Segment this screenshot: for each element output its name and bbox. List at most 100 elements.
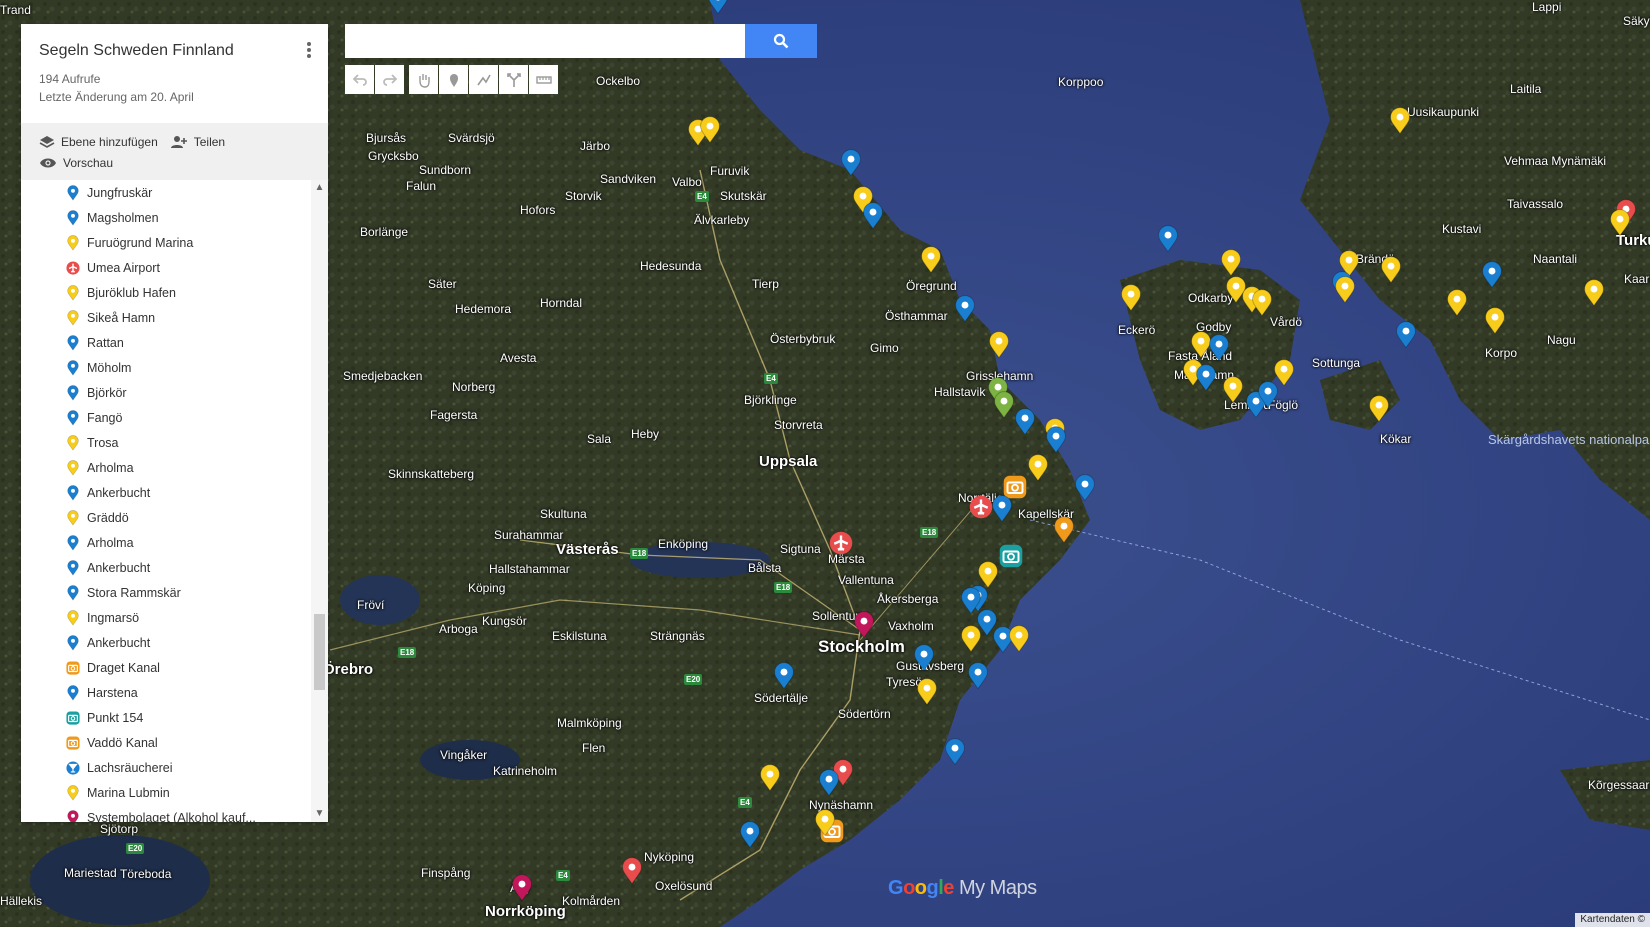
list-item[interactable]: Punkt 154 — [21, 705, 311, 730]
measure-button[interactable] — [529, 65, 558, 94]
list-item[interactable]: Bjuröklub Hafen — [21, 280, 311, 305]
map-marker-pin-blue[interactable] — [739, 820, 761, 850]
list-item[interactable]: Möholm — [21, 355, 311, 380]
list-item[interactable]: Arholma — [21, 530, 311, 555]
map-marker-airport-red[interactable] — [969, 495, 993, 519]
list-item[interactable]: Harstena — [21, 680, 311, 705]
scroll-up-icon[interactable]: ▲ — [314, 182, 325, 194]
map-marker-pin-orange[interactable] — [1053, 515, 1075, 545]
list-item[interactable]: Sikeå Hamn — [21, 305, 311, 330]
list-item[interactable]: Ankerbucht — [21, 480, 311, 505]
map-marker-pin-blue[interactable] — [1208, 333, 1230, 363]
undo-button[interactable] — [345, 65, 374, 94]
map-marker-pin-yellow[interactable] — [1446, 288, 1468, 318]
list-item-label: Sikeå Hamn — [87, 310, 156, 325]
list-item[interactable]: Umea Airport — [21, 255, 311, 280]
share-button[interactable]: Teilen — [170, 135, 225, 149]
list-item[interactable]: Ankerbucht — [21, 630, 311, 655]
map-marker-pin-blue[interactable] — [1395, 320, 1417, 350]
list-item[interactable]: Ingmarsö — [21, 605, 311, 630]
map-marker-pin-yellow[interactable] — [1120, 283, 1142, 313]
map-marker-pin-yellow[interactable] — [988, 330, 1010, 360]
map-marker-pin-magenta[interactable] — [853, 610, 875, 640]
map-marker-pin-yellow[interactable] — [1380, 255, 1402, 285]
place-label: Eskilstuna — [552, 629, 607, 643]
map-marker-pin-yellow[interactable] — [960, 624, 982, 654]
map-marker-pin-yellow[interactable] — [1389, 106, 1411, 136]
list-item[interactable]: Furuögrund Marina — [21, 230, 311, 255]
map-marker-pin-yellow[interactable] — [759, 763, 781, 793]
map-marker-pin-blue[interactable] — [818, 768, 840, 798]
map-marker-pin-blue[interactable] — [773, 661, 795, 691]
pin-yellow-icon — [699, 115, 721, 145]
list-item[interactable]: Ankerbucht — [21, 555, 311, 580]
map-marker-pin-yellow[interactable] — [699, 115, 721, 145]
map-marker-pin-blue[interactable] — [954, 294, 976, 324]
list-item[interactable]: Draget Kanal — [21, 655, 311, 680]
list-item[interactable]: Rattan — [21, 330, 311, 355]
add-layer-button[interactable]: Ebene hinzufügen — [39, 135, 158, 149]
map-title[interactable]: Segeln Schweden Finnland — [39, 42, 310, 60]
map-marker-pin-yellow[interactable] — [1008, 624, 1030, 654]
map-marker-pin-yellow[interactable] — [1222, 375, 1244, 405]
map-marker-pin-blue[interactable] — [1074, 473, 1096, 503]
map-marker-airport-red[interactable] — [829, 531, 853, 555]
add-marker-button[interactable] — [439, 65, 468, 94]
list-item[interactable]: Lachsräucherei — [21, 755, 311, 780]
map-marker-camera-teal[interactable] — [999, 544, 1023, 568]
map-marker-pin-yellow[interactable] — [920, 245, 942, 275]
map-marker-pin-blue[interactable] — [862, 201, 884, 231]
list-item[interactable]: Gräddö — [21, 505, 311, 530]
map-marker-pin-green[interactable] — [993, 390, 1015, 420]
map-marker-pin-magenta[interactable] — [511, 873, 533, 903]
map-marker-pin-blue[interactable] — [840, 148, 862, 178]
list-item[interactable]: Trosa — [21, 430, 311, 455]
list-item[interactable]: Stora Rammskär — [21, 580, 311, 605]
map-marker-pin-blue[interactable] — [1157, 224, 1179, 254]
map-marker-pin-blue[interactable] — [1014, 407, 1036, 437]
map-marker-pin-yellow[interactable] — [1609, 208, 1631, 238]
map-marker-pin-blue[interactable] — [1195, 363, 1217, 393]
redo-button[interactable] — [375, 65, 404, 94]
map-marker-pin-blue[interactable] — [1481, 260, 1503, 290]
list-item[interactable]: Björkör — [21, 380, 311, 405]
map-marker-pin-yellow[interactable] — [814, 808, 836, 838]
pin-yellow-icon — [1368, 394, 1390, 424]
map-marker-pin-blue[interactable] — [707, 0, 729, 16]
scroll-down-icon[interactable]: ▼ — [314, 808, 325, 820]
map-marker-pin-yellow[interactable] — [1273, 358, 1295, 388]
map-marker-pin-yellow[interactable] — [916, 677, 938, 707]
preview-button[interactable]: Vorschau — [39, 156, 113, 170]
map-marker-pin-yellow[interactable] — [1484, 306, 1506, 336]
map-marker-pin-blue[interactable] — [913, 643, 935, 673]
list-item[interactable]: Jungfruskär — [21, 180, 311, 205]
search-button[interactable] — [745, 24, 817, 58]
map-marker-pin-yellow[interactable] — [1368, 394, 1390, 424]
map-attribution[interactable]: Kartendaten © — [1575, 913, 1650, 927]
draw-line-button[interactable] — [469, 65, 498, 94]
map-marker-pin-blue[interactable] — [991, 494, 1013, 524]
map-marker-pin-yellow[interactable] — [1251, 288, 1273, 318]
map-marker-pin-yellow[interactable] — [1027, 453, 1049, 483]
list-item[interactable]: Arholma — [21, 455, 311, 480]
map-marker-pin-yellow[interactable] — [1334, 275, 1356, 305]
map-marker-pin-blue[interactable] — [1045, 425, 1067, 455]
list-item[interactable]: Systembolaget (Alkohol kauf... — [21, 805, 311, 822]
map-marker-pin-blue[interactable] — [967, 661, 989, 691]
list-item[interactable]: Vaddö Kanal — [21, 730, 311, 755]
pan-tool-button[interactable] — [409, 65, 438, 94]
list-scrollbar[interactable]: ▲ ▼ — [311, 180, 328, 822]
map-marker-pin-yellow[interactable] — [1583, 278, 1605, 308]
list-item[interactable]: Marina Lubmin — [21, 780, 311, 805]
map-marker-pin-blue[interactable] — [944, 737, 966, 767]
map-marker-pin-red[interactable] — [621, 856, 643, 886]
directions-button[interactable] — [499, 65, 528, 94]
more-options-icon[interactable] — [304, 40, 314, 60]
list-item[interactable]: Magsholmen — [21, 205, 311, 230]
list-item[interactable]: Fangö — [21, 405, 311, 430]
scrollbar-thumb[interactable] — [314, 614, 325, 690]
search-input[interactable] — [345, 24, 745, 58]
map-marker-pin-yellow[interactable] — [1220, 248, 1242, 278]
place-label: Köping — [468, 581, 506, 595]
pin-blue-icon — [840, 148, 862, 178]
